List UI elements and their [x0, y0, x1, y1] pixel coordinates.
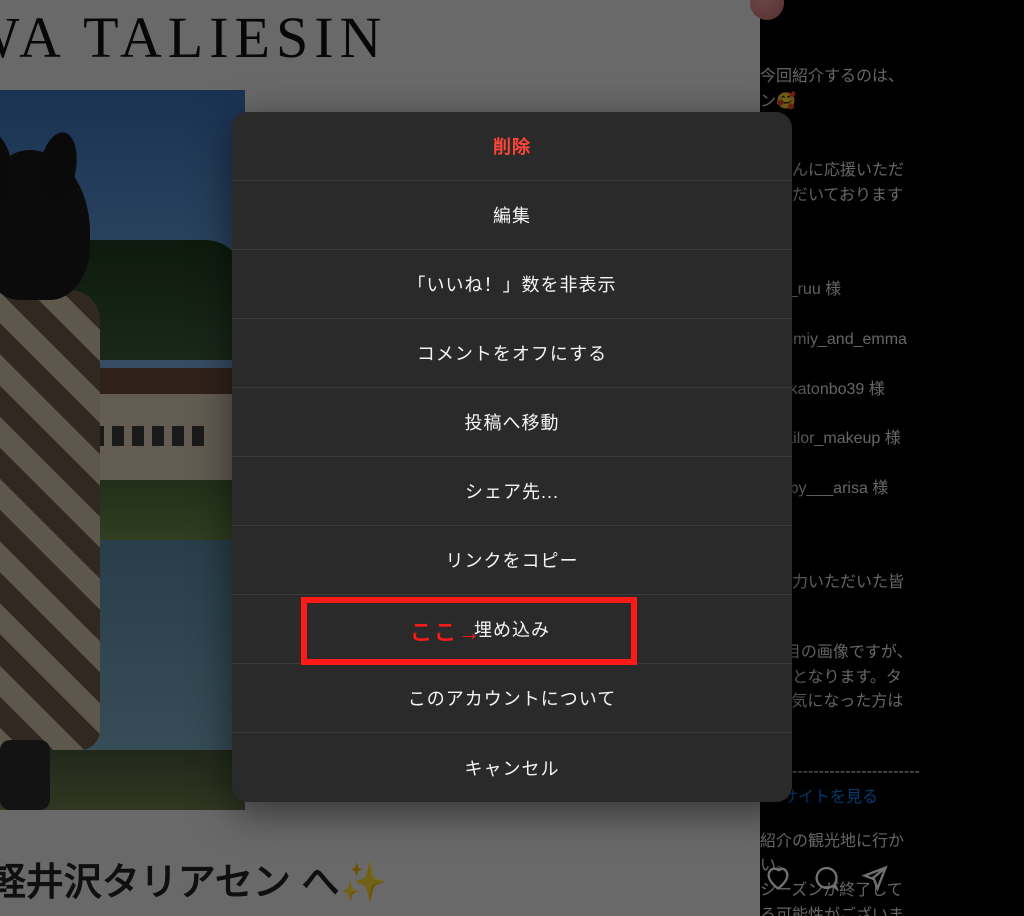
caption-p1: 今回紹介するのは、 ン🥰 — [760, 65, 1024, 115]
menu-item-about-account[interactable]: このアカウントについて — [232, 664, 792, 733]
dog-illustration — [0, 150, 100, 800]
menu-item-turn-off-comments[interactable]: コメントをオフにする — [232, 319, 792, 388]
post-options-menu: 削除 編集 「いいね！」数を非表示 コメントをオフにする 投稿へ移動 シェア先.… — [232, 112, 792, 802]
caption-mentions: @ig_ruu 様 @mimiy_and_emma @takatonbo39 様… — [760, 254, 1024, 527]
sparkle-icon: ✨ — [340, 862, 387, 904]
menu-item-cancel[interactable]: キャンセル — [232, 733, 792, 802]
post-header-title: ZAWA TALIESIN — [0, 4, 387, 71]
mention[interactable]: @sailor_makeup 様 — [760, 427, 1024, 452]
post-photo — [0, 90, 245, 810]
menu-item-go-to-post[interactable]: 投稿へ移動 — [232, 388, 792, 457]
menu-item-edit[interactable]: 編集 — [232, 181, 792, 250]
app-stage: ZAWA TALIESIN めて #軽井沢タリアセン へ✨ — [0, 0, 1024, 916]
menu-item-hide-likes[interactable]: 「いいね！」数を非表示 — [232, 250, 792, 319]
post-hashtag-row: めて #軽井沢タリアセン へ✨ — [0, 851, 387, 906]
menu-item-copy-link[interactable]: リンクをコピー — [232, 526, 792, 595]
hashtag-suffix: へ — [291, 862, 340, 904]
caption-p2: 皆さんに応援いただ いただいております — [760, 159, 1024, 209]
hashtag-text: #軽井沢タリアセン — [0, 862, 291, 904]
mention[interactable]: @ig_ruu 様 — [760, 278, 1024, 303]
caption-p4: 6枚目の画像ですが、 画像となります。タ で、気になった方は — [760, 641, 1024, 715]
mention[interactable]: @takatonbo39 様 — [760, 378, 1024, 403]
post-action-row — [760, 864, 888, 892]
menu-item-share-to[interactable]: シェア先... — [232, 457, 792, 526]
share-icon[interactable] — [860, 864, 888, 892]
mention[interactable]: @n.by___arisa 様 — [760, 477, 1024, 502]
caption-panel: 今回紹介するのは、 ン🥰 皆さんに応援いただ いただいております @ig_ruu… — [760, 0, 1024, 916]
menu-item-embed[interactable]: 埋め込み — [232, 595, 792, 664]
caption-p3: ご協力いただいた皆 — [760, 571, 1024, 596]
caption-divider: ------------------------------ — [760, 760, 1024, 785]
caption-body: 今回紹介するのは、 ン🥰 皆さんに応援いただ いただいております @ig_ruu… — [760, 40, 1024, 916]
comment-icon[interactable] — [812, 864, 840, 892]
menu-item-delete[interactable]: 削除 — [232, 112, 792, 181]
mention[interactable]: @mimiy_and_emma — [760, 328, 1024, 353]
like-icon[interactable] — [764, 864, 792, 892]
